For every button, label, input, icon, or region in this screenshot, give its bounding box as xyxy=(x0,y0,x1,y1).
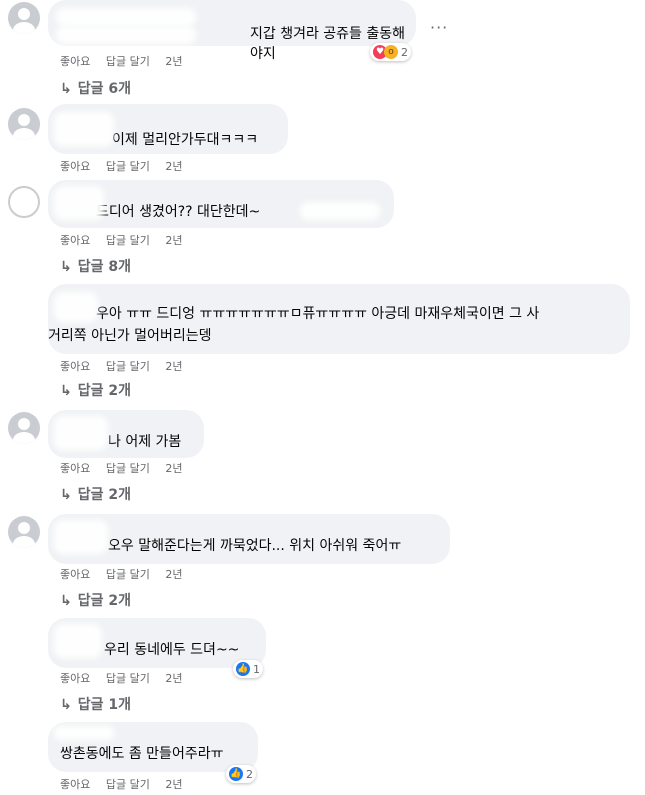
view-replies-link[interactable]: ↳ 답글 6개 xyxy=(60,78,131,98)
timestamp[interactable]: 2년 xyxy=(165,158,182,174)
replies-count-label: 답글 2개 xyxy=(77,487,131,503)
timestamp[interactable]: 2년 xyxy=(165,53,182,69)
redacted-name xyxy=(56,26,196,44)
avatar[interactable] xyxy=(8,186,40,218)
reply-button[interactable]: 답글 달기 xyxy=(106,460,150,476)
redacted-name xyxy=(54,726,114,740)
view-replies-link[interactable]: ↳ 답글 2개 xyxy=(60,590,131,610)
comment-actions: 좋아요 답글 달기 2년 xyxy=(60,670,194,686)
reply-arrow-icon: ↳ xyxy=(60,697,72,713)
timestamp[interactable]: 2년 xyxy=(165,460,182,476)
reaction-summary[interactable]: ♥ o 2 xyxy=(370,43,411,61)
comment-text: 우리 동네에두 드뎌~~ xyxy=(104,642,240,658)
view-replies-link[interactable]: ↳ 답글 1개 xyxy=(60,694,131,714)
replies-count-label: 답글 1개 xyxy=(77,697,131,713)
reply-button[interactable]: 답글 달기 xyxy=(106,158,150,174)
replies-count-label: 답글 2개 xyxy=(77,383,131,399)
like-button[interactable]: 좋아요 xyxy=(60,460,90,476)
more-options-icon[interactable]: ··· xyxy=(430,18,448,37)
like-button[interactable]: 좋아요 xyxy=(60,566,90,582)
redacted-name xyxy=(54,520,108,554)
like-button[interactable]: 좋아요 xyxy=(60,776,90,792)
reply-arrow-icon: ↳ xyxy=(60,81,72,97)
reply-arrow-icon: ↳ xyxy=(60,383,72,399)
comment-text: 쌍촌동에도 좀 만들어주라ㅠ xyxy=(60,746,224,762)
comment-text: 드디어 생겼어?? 대단한데~ xyxy=(96,204,261,220)
reaction-summary[interactable]: 👍 2 xyxy=(226,765,256,783)
comment-actions: 좋아요 답글 달기 2년 xyxy=(60,358,194,374)
reply-button[interactable]: 답글 달기 xyxy=(106,358,150,374)
replies-count-label: 답글 2개 xyxy=(77,593,131,609)
view-replies-link[interactable]: ↳ 답글 2개 xyxy=(60,380,131,400)
timestamp[interactable]: 2년 xyxy=(165,232,182,248)
comment-actions: 좋아요 답글 달기 2년 xyxy=(60,776,194,792)
redacted-name xyxy=(54,624,102,658)
comment-actions: 좋아요 답글 달기 2년 xyxy=(60,460,194,476)
reaction-count: 1 xyxy=(253,662,260,676)
comment-text: 나 어제 가봄 xyxy=(108,434,182,450)
avatar[interactable] xyxy=(8,2,40,34)
timestamp[interactable]: 2년 xyxy=(165,776,182,792)
reply-button[interactable]: 답글 달기 xyxy=(106,566,150,582)
timestamp[interactable]: 2년 xyxy=(165,670,182,686)
redacted-name xyxy=(54,112,114,146)
comment-text: 우아 ㅠㅠ 드디엉 ㅠㅠㅠㅠㅠㅠㅠㅁ퓨ㅠㅠㅠㅠ 아긍데 마재우체국이면 그 사 xyxy=(96,306,540,322)
reply-button[interactable]: 답글 달기 xyxy=(106,232,150,248)
reply-arrow-icon: ↳ xyxy=(60,593,72,609)
wow-reaction-icon: o xyxy=(384,45,398,59)
comment-text: 오우 말해준다는게 까묵었다... 위치 아쉬워 죽어ㅠ xyxy=(108,538,402,554)
redacted-name xyxy=(56,8,196,26)
replies-count-label: 답글 6개 xyxy=(77,81,131,97)
comment-actions: 좋아요 답글 달기 2년 xyxy=(60,53,194,69)
comment-actions: 좋아요 답글 달기 2년 xyxy=(60,158,194,174)
like-button[interactable]: 좋아요 xyxy=(60,232,90,248)
comment-bubble: 우아 ㅠㅠ 드디엉 ㅠㅠㅠㅠㅠㅠㅠㅁ퓨ㅠㅠㅠㅠ 아긍데 마재우체국이면 그 사 … xyxy=(48,284,630,354)
avatar[interactable] xyxy=(8,516,40,548)
timestamp[interactable]: 2년 xyxy=(165,358,182,374)
redacted-name xyxy=(54,186,104,220)
reply-arrow-icon: ↳ xyxy=(60,259,72,275)
like-button[interactable]: 좋아요 xyxy=(60,670,90,686)
comment-bubble: 오우 말해준다는게 까묵었다... 위치 아쉬워 죽어ㅠ xyxy=(48,514,450,564)
view-replies-link[interactable]: ↳ 답글 8개 xyxy=(60,256,131,276)
reaction-summary[interactable]: 👍 1 xyxy=(233,660,263,678)
comment-actions: 좋아요 답글 달기 2년 xyxy=(60,232,194,248)
view-replies-link[interactable]: ↳ 답글 2개 xyxy=(60,484,131,504)
redacted-name xyxy=(54,416,108,450)
like-reaction-icon: 👍 xyxy=(236,662,250,676)
avatar[interactable] xyxy=(8,412,40,444)
comment-text: 이제 멀리안가두대ㅋㅋㅋ xyxy=(112,132,259,148)
like-reaction-icon: 👍 xyxy=(229,767,243,781)
timestamp[interactable]: 2년 xyxy=(165,566,182,582)
reaction-count: 2 xyxy=(246,767,253,781)
replies-count-label: 답글 8개 xyxy=(77,259,131,275)
like-button[interactable]: 좋아요 xyxy=(60,358,90,374)
avatar[interactable] xyxy=(8,108,40,140)
comment-text-line-2: 거리쪽 아닌가 멀어버리는뎅 xyxy=(48,328,212,344)
like-button[interactable]: 좋아요 xyxy=(60,158,90,174)
reply-button[interactable]: 답글 달기 xyxy=(106,670,150,686)
reply-button[interactable]: 답글 달기 xyxy=(106,53,150,69)
reply-arrow-icon: ↳ xyxy=(60,487,72,503)
redacted-name xyxy=(54,292,98,322)
reply-button[interactable]: 답글 달기 xyxy=(106,776,150,792)
like-button[interactable]: 좋아요 xyxy=(60,53,90,69)
redacted-name xyxy=(300,202,380,220)
comment-actions: 좋아요 답글 달기 2년 xyxy=(60,566,194,582)
reaction-count: 2 xyxy=(401,45,408,59)
